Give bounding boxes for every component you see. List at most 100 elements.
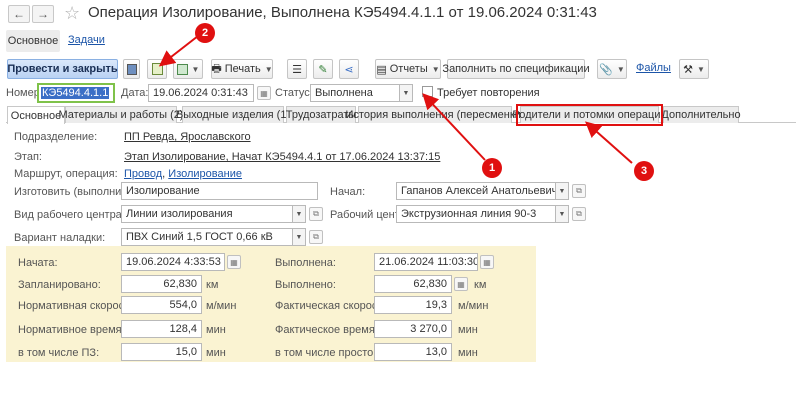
tab-tasks-top[interactable]: Задачи bbox=[68, 34, 105, 46]
calendar-icon: ▦ bbox=[483, 257, 491, 267]
reports-icon: ▤ bbox=[376, 63, 387, 76]
create-based-on-button[interactable]: ▼ bbox=[173, 59, 203, 79]
chevron-down-icon: ▼ bbox=[402, 89, 410, 97]
norm-time-field[interactable]: 128,4 bbox=[121, 320, 202, 338]
tools-icon: ⚒ bbox=[683, 63, 693, 76]
wc-dropdown-button[interactable]: ▼ bbox=[556, 205, 569, 223]
paperclip-icon: 📎 bbox=[599, 63, 613, 76]
started-label: Начата: bbox=[18, 257, 58, 269]
structure-button[interactable]: ☰ bbox=[287, 59, 307, 79]
number-field[interactable]: КЭ5494.4.1.1 bbox=[37, 83, 115, 103]
idle-label: в том числе простой: bbox=[275, 347, 383, 359]
favorite-star-icon[interactable]: ☆ bbox=[64, 3, 80, 24]
norm-time-label: Нормативное время: bbox=[18, 324, 125, 336]
reports-label: Отчеты bbox=[389, 63, 428, 75]
stage-link[interactable]: Этап Изолирование, Начат КЭ5494.4.1 от 1… bbox=[124, 151, 440, 163]
planned-field[interactable]: 62,830 bbox=[121, 275, 202, 293]
chevron-down-icon: ▼ bbox=[264, 64, 273, 74]
produce-field[interactable]: Изолирование bbox=[121, 182, 318, 200]
chevron-down-icon: ▼ bbox=[558, 187, 566, 195]
files-link[interactable]: Файлы bbox=[636, 62, 671, 74]
started-by-label: Начал: bbox=[330, 186, 366, 198]
setup-open-button[interactable]: ⧉ bbox=[309, 230, 323, 244]
tab-output[interactable]: Выходные изделия (1) bbox=[176, 106, 290, 123]
done-unit: км bbox=[474, 279, 487, 291]
annotation-number-1: 1 bbox=[488, 162, 496, 174]
back-button[interactable]: ← bbox=[8, 5, 30, 23]
wc-type-dropdown-button[interactable]: ▼ bbox=[293, 205, 306, 223]
pencil-icon: ✎ bbox=[318, 63, 328, 76]
calendar-button[interactable]: ▦ bbox=[257, 86, 271, 100]
arrow-left-icon: ← bbox=[13, 7, 25, 21]
started-by-open-button[interactable]: ⧉ bbox=[572, 184, 586, 198]
started-by-dropdown-button[interactable]: ▼ bbox=[556, 182, 569, 200]
annotation-badge-1: 1 bbox=[482, 158, 502, 178]
save-button[interactable] bbox=[123, 59, 140, 79]
done-calc-button[interactable]: ▦ bbox=[454, 277, 468, 291]
fill-by-spec-button[interactable]: Заполнить по спецификации bbox=[442, 59, 590, 79]
norm-speed-unit: м/мин bbox=[206, 300, 237, 312]
tab-materials[interactable]: Материалы и работы (2) bbox=[59, 106, 184, 123]
fact-time-unit: мин bbox=[458, 324, 478, 336]
open-icon: ⧉ bbox=[576, 186, 582, 195]
requires-repeat-checkbox[interactable] bbox=[422, 86, 433, 97]
arrow-3 bbox=[585, 121, 633, 164]
chevron-down-icon: ▼ bbox=[696, 64, 705, 74]
division-link[interactable]: ПП Ревда, Ярославского bbox=[124, 131, 251, 143]
completed-field[interactable]: 21.06.2024 11:03:30 bbox=[374, 253, 478, 271]
pz-field[interactable]: 15,0 bbox=[121, 343, 202, 361]
post-button[interactable] bbox=[147, 59, 167, 79]
share-icon: ⋖ bbox=[344, 63, 354, 76]
date-field[interactable]: 19.06.2024 0:31:43 bbox=[148, 84, 254, 102]
print-button[interactable]: 🖶 Печать ▼ bbox=[211, 59, 273, 79]
status-field[interactable]: Выполнена bbox=[310, 84, 400, 102]
reports-button[interactable]: ▤ Отчеты ▼ bbox=[375, 59, 441, 79]
wc-type-label: Вид рабочего центра: bbox=[14, 209, 125, 221]
setup-dropdown-button[interactable]: ▼ bbox=[293, 228, 306, 246]
edit-button[interactable]: ✎ bbox=[313, 59, 333, 79]
more-actions-button[interactable]: ⚒ ▼ bbox=[679, 59, 709, 79]
done-field[interactable]: 62,830 bbox=[374, 275, 452, 293]
floppy-icon bbox=[126, 63, 137, 75]
wc-field[interactable]: Экструзионная линия 90-3 bbox=[396, 205, 556, 223]
status-dropdown-button[interactable]: ▼ bbox=[400, 84, 413, 102]
open-icon: ⧉ bbox=[313, 209, 319, 218]
relations-button[interactable]: ⋖ bbox=[339, 59, 359, 79]
idle-field[interactable]: 13,0 bbox=[374, 343, 452, 361]
window-title: Операция Изолирование, Выполнена КЭ5494.… bbox=[88, 4, 597, 21]
idle-unit: мин bbox=[458, 347, 478, 359]
tab-history[interactable]: История выполнения (пересменки) bbox=[346, 106, 525, 123]
calendar-icon: ▦ bbox=[260, 88, 268, 98]
setup-field[interactable]: ПВХ Синий 1,5 ГОСТ 0,66 кВ bbox=[121, 228, 293, 246]
operation-link[interactable]: Изолирование bbox=[168, 168, 242, 180]
route-values: Провод, Изолирование bbox=[124, 168, 242, 180]
wc-type-open-button[interactable]: ⧉ bbox=[309, 207, 323, 221]
requires-repeat-label: Требует повторения bbox=[437, 87, 540, 99]
started-calendar-button[interactable]: ▦ bbox=[227, 255, 241, 269]
completed-calendar-button[interactable]: ▦ bbox=[480, 255, 494, 269]
fact-speed-field[interactable]: 19,3 bbox=[374, 296, 452, 314]
annotation-number-2: 2 bbox=[201, 27, 209, 39]
tab-main[interactable]: Основное bbox=[7, 106, 65, 124]
create-based-icon bbox=[176, 63, 188, 75]
tab-main-top[interactable]: Основное bbox=[6, 30, 60, 52]
fact-time-label: Фактическое время: bbox=[275, 324, 378, 336]
chevron-down-icon: ▼ bbox=[431, 64, 440, 74]
route-link[interactable]: Провод bbox=[124, 168, 162, 180]
chevron-down-icon: ▼ bbox=[616, 64, 625, 74]
post-and-close-button[interactable]: Провести и закрыть bbox=[7, 59, 118, 79]
printer-icon: 🖶 bbox=[211, 62, 222, 75]
started-by-field[interactable]: Гапанов Алексей Анатольевич bbox=[396, 182, 556, 200]
route-label: Маршрут, операция: bbox=[14, 168, 118, 180]
wc-type-field[interactable]: Линии изолирования bbox=[121, 205, 293, 223]
document-post-icon bbox=[151, 63, 163, 75]
norm-speed-field[interactable]: 554,0 bbox=[121, 296, 202, 314]
highlight-box bbox=[516, 104, 663, 126]
forward-button[interactable]: → bbox=[32, 5, 54, 23]
fact-time-field[interactable]: 3 270,0 bbox=[374, 320, 452, 338]
started-field[interactable]: 19.06.2024 4:33:53 bbox=[121, 253, 225, 271]
setup-label: Вариант наладки: bbox=[14, 232, 106, 244]
attach-button[interactable]: 📎 ▼ bbox=[597, 59, 627, 79]
tab-additional[interactable]: Дополнительно bbox=[661, 106, 741, 123]
wc-open-button[interactable]: ⧉ bbox=[572, 207, 586, 221]
